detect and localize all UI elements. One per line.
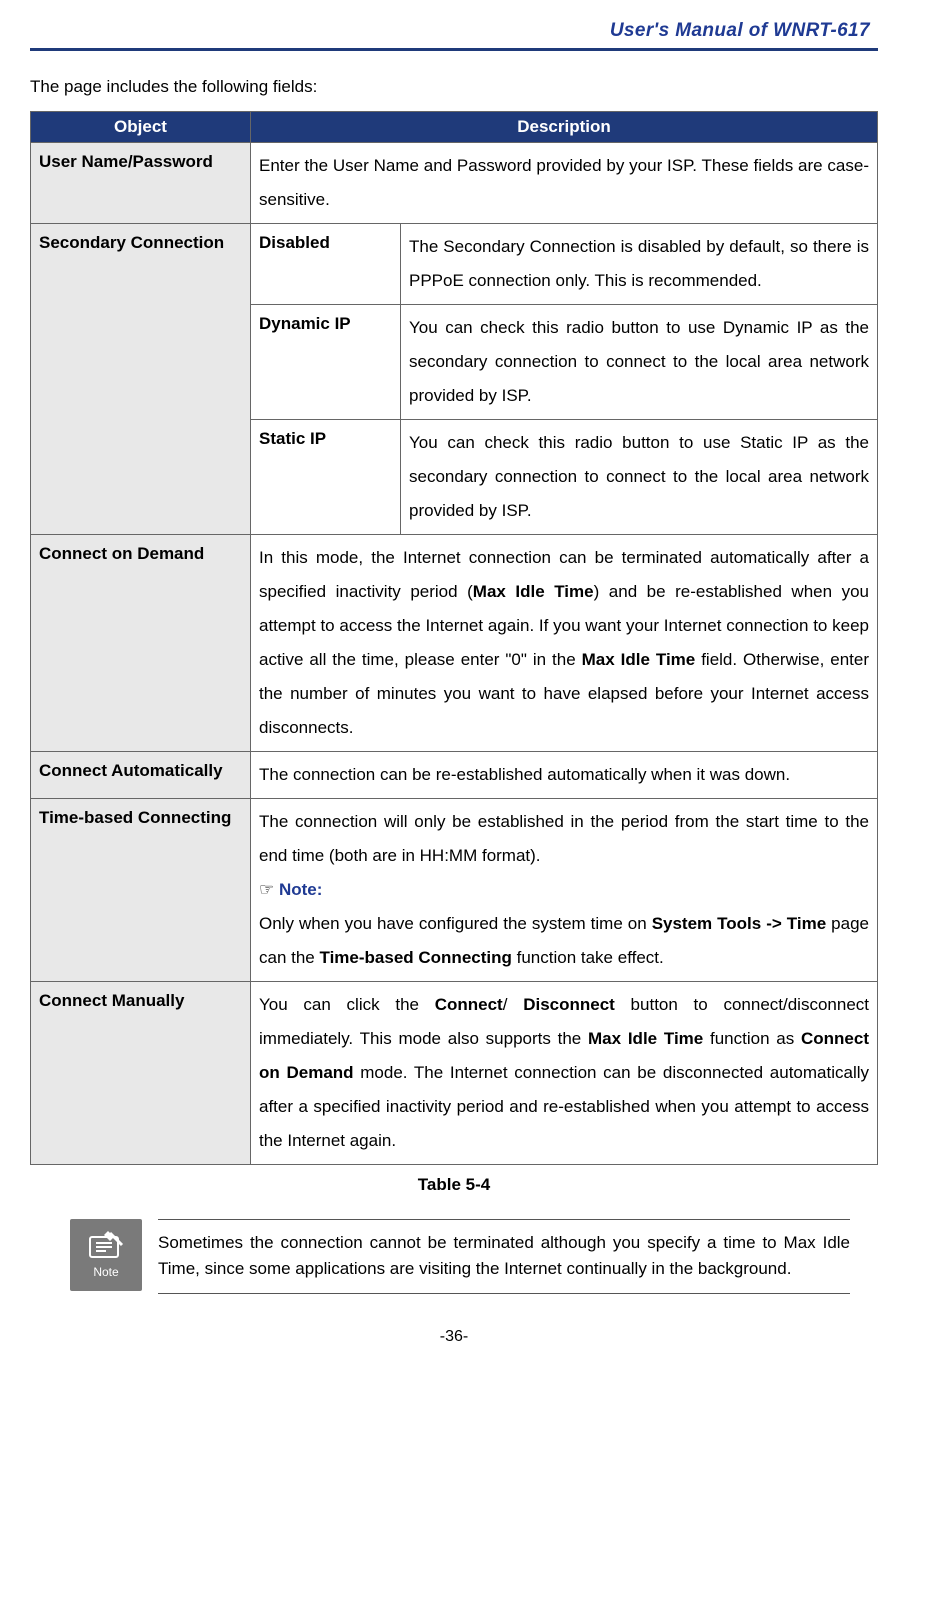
bold-max-idle: Max Idle Time [588,1029,703,1048]
row-username-desc: Enter the User Name and Password provide… [251,143,878,224]
row-secondary-dynamic-label: Dynamic IP [251,305,401,420]
row-secondary-static-label: Static IP [251,420,401,535]
header-divider [30,48,878,51]
row-secondary-static-desc: You can check this radio button to use S… [401,420,878,535]
row-time-based-desc: The connection will only be established … [251,799,878,982]
row-secondary-dynamic-desc: You can check this radio button to use D… [401,305,878,420]
row-secondary-label: Secondary Connection [31,224,251,535]
table-caption: Table 5-4 [30,1175,878,1195]
text-part: / [503,995,523,1014]
text-part: function as [703,1029,801,1048]
text-part: function take effect. [512,948,664,967]
note-icon: Note [70,1219,142,1291]
page-header-title: User's Manual of WNRT-617 [30,20,878,42]
th-description: Description [251,112,878,143]
row-connect-auto-desc: The connection can be re-established aut… [251,752,878,799]
note-text: Sometimes the connection cannot be termi… [158,1219,850,1294]
row-connect-auto-label: Connect Automatically [31,752,251,799]
bold-connect: Connect [435,995,503,1014]
bold-max-idle: Max Idle Time [582,650,696,669]
text-part: You can click the [259,995,435,1014]
bold-max-idle: Max Idle Time [473,582,594,601]
row-username-label: User Name/Password [31,143,251,224]
row-secondary-disabled-desc: The Secondary Connection is disabled by … [401,224,878,305]
fields-table: Object Description User Name/Password En… [30,111,878,1165]
text-part: Only when you have configured the system… [259,914,652,933]
th-object: Object [31,112,251,143]
bold-disconnect: Disconnect [523,995,615,1014]
intro-text: The page includes the following fields: [30,77,878,97]
row-connect-manual-desc: You can click the Connect/ Disconnect bu… [251,982,878,1165]
row-connect-manual-label: Connect Manually [31,982,251,1165]
note-box: Note Sometimes the connection cannot be … [70,1219,850,1294]
bold-system-tools: System Tools -> Time [652,914,827,933]
row-connect-on-demand-label: Connect on Demand [31,535,251,752]
bold-time-based: Time-based Connecting [320,948,512,967]
note-label: Note: [279,880,322,899]
row-secondary-disabled-label: Disabled [251,224,401,305]
row-connect-on-demand-desc: In this mode, the Internet connection ca… [251,535,878,752]
note-icon-label: Note [93,1265,118,1279]
hand-icon: ☞ [259,880,274,899]
text-part: The connection will only be established … [259,812,869,865]
page-number: -36- [30,1328,878,1346]
row-time-based-label: Time-based Connecting [31,799,251,982]
